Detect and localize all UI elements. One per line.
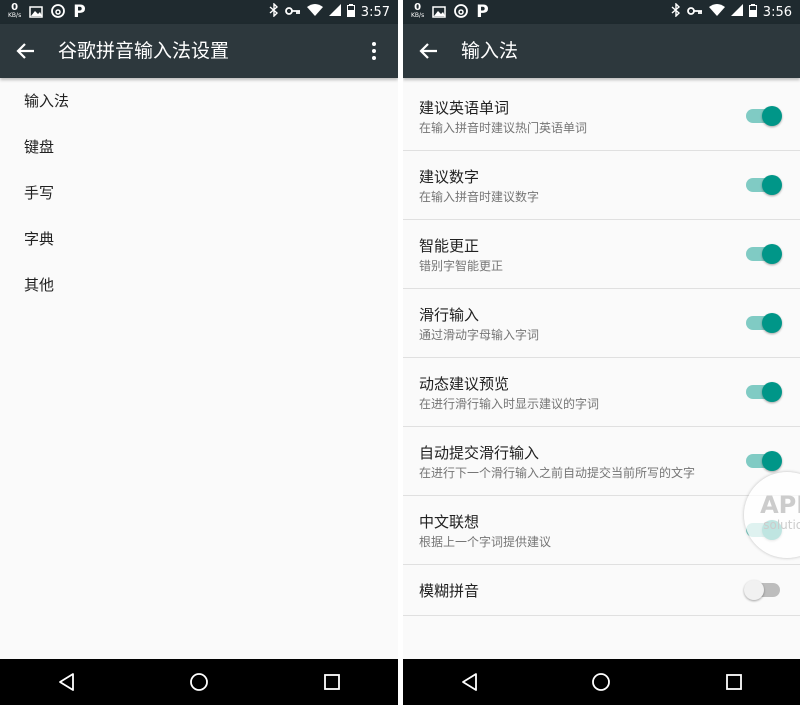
setting-summary: 通过滑动字母输入字词 [419, 328, 540, 342]
menu-item-input-method[interactable]: 输入法 [0, 78, 398, 124]
nav-home-icon[interactable] [589, 670, 613, 694]
bluetooth-icon [671, 2, 681, 21]
setting-chinese-prediction[interactable]: 中文联想 根据上一个字词提供建议 [403, 496, 800, 565]
setting-title: 建议数字 [419, 168, 480, 186]
battery-icon [748, 3, 757, 21]
app-toolbar: 输入法 [403, 24, 800, 78]
setting-summary: 在输入拼音时建议数字 [419, 190, 540, 204]
status-time: 3:57 [360, 4, 390, 20]
setting-summary: 在进行滑行输入时显示建议的字词 [419, 397, 600, 411]
setting-summary: 在进行下一个滑行输入之前自动提交当前所写的文字 [419, 466, 696, 480]
page-title: 输入法 [461, 40, 519, 62]
bluetooth-icon [269, 2, 279, 21]
setting-title: 动态建议预览 [419, 375, 510, 393]
watermark-line2: solution [763, 518, 800, 532]
toggle-switch[interactable] [746, 382, 782, 402]
setting-suggest-numbers[interactable]: 建议数字 在输入拼音时建议数字 [403, 151, 800, 220]
netease-music-icon [454, 3, 469, 22]
toggle-switch[interactable] [746, 244, 782, 264]
setting-suggest-english[interactable]: 建议英语单词 在输入拼音时建议热门英语单词 [403, 82, 800, 151]
signal-icon [730, 4, 743, 20]
parking-icon: P [73, 2, 86, 22]
status-bar: 0 KB/s P [403, 0, 800, 24]
wifi-icon [708, 4, 725, 20]
battery-icon [346, 3, 355, 21]
network-speed: 0 KB/s [8, 2, 22, 20]
app-toolbar: 谷歌拼音输入法设置 [0, 24, 398, 78]
image-icon [29, 3, 43, 22]
wifi-icon [306, 4, 323, 20]
menu-item-dictionary[interactable]: 字典 [0, 216, 398, 262]
toggle-switch[interactable] [746, 175, 782, 195]
toggle-switch[interactable] [744, 580, 780, 600]
setting-auto-commit-gesture[interactable]: 自动提交滑行输入 在进行下一个滑行输入之前自动提交当前所写的文字 [403, 427, 800, 496]
nav-back-icon[interactable] [54, 670, 78, 694]
nav-back-icon[interactable] [457, 670, 481, 694]
setting-title: 智能更正 [419, 237, 480, 255]
setting-title: 模糊拼音 [419, 582, 480, 600]
right-screen: 0 KB/s P 3:56 输入法 建议英语单词 在输入拼音时建议热门英语单词 … [403, 0, 800, 705]
image-icon [432, 3, 446, 22]
setting-fuzzy-pinyin[interactable]: 模糊拼音 [403, 565, 800, 616]
toggle-switch[interactable] [746, 313, 782, 333]
speed-unit: KB/s [8, 12, 22, 19]
status-bar: 0 KB/s P [0, 0, 398, 24]
back-arrow-icon[interactable] [417, 39, 441, 63]
speed-value: 0 [414, 2, 422, 13]
setting-smart-correction[interactable]: 智能更正 错别字智能更正 [403, 220, 800, 289]
page-title: 谷歌拼音输入法设置 [58, 40, 230, 62]
parking-icon: P [476, 2, 489, 22]
menu-item-handwriting[interactable]: 手写 [0, 170, 398, 216]
setting-title: 自动提交滑行输入 [419, 444, 540, 462]
setting-title: 滑行输入 [419, 306, 480, 324]
setting-summary: 在输入拼音时建议热门英语单词 [419, 121, 588, 135]
status-time: 3:56 [762, 4, 792, 20]
setting-summary: 错别字智能更正 [419, 259, 504, 273]
navigation-bar [0, 659, 398, 705]
speed-value: 0 [11, 2, 19, 13]
navigation-bar [403, 659, 800, 705]
setting-title: 中文联想 [419, 513, 480, 531]
nav-recents-icon[interactable] [722, 670, 746, 694]
menu-item-other[interactable]: 其他 [0, 262, 398, 308]
left-screen: 0 KB/s P 3:57 谷歌拼音输入法设置 输入法 键盘 手写 字典 其他 [0, 0, 398, 705]
settings-list: 建议英语单词 在输入拼音时建议热门英语单词 建议数字 在输入拼音时建议数字 智能… [403, 82, 800, 616]
back-arrow-icon[interactable] [14, 39, 38, 63]
network-speed: 0 KB/s [411, 2, 425, 20]
setting-summary: 根据上一个字词提供建议 [419, 535, 552, 549]
vpn-key-icon [686, 5, 703, 20]
signal-icon [328, 4, 341, 20]
setting-gesture-typing[interactable]: 滑行输入 通过滑动字母输入字词 [403, 289, 800, 358]
setting-dynamic-preview[interactable]: 动态建议预览 在进行滑行输入时显示建议的字词 [403, 358, 800, 427]
nav-home-icon[interactable] [187, 670, 211, 694]
vpn-key-icon [284, 5, 301, 20]
watermark-line1: APP [760, 491, 800, 519]
toggle-switch[interactable] [746, 106, 782, 126]
settings-menu: 输入法 键盘 手写 字典 其他 [0, 78, 398, 308]
netease-music-icon [51, 3, 66, 22]
setting-title: 建议英语单词 [419, 99, 510, 117]
speed-unit: KB/s [411, 12, 425, 19]
toggle-switch[interactable] [746, 451, 782, 471]
menu-item-keyboard[interactable]: 键盘 [0, 124, 398, 170]
more-options-icon[interactable] [362, 39, 386, 63]
nav-recents-icon[interactable] [320, 670, 344, 694]
